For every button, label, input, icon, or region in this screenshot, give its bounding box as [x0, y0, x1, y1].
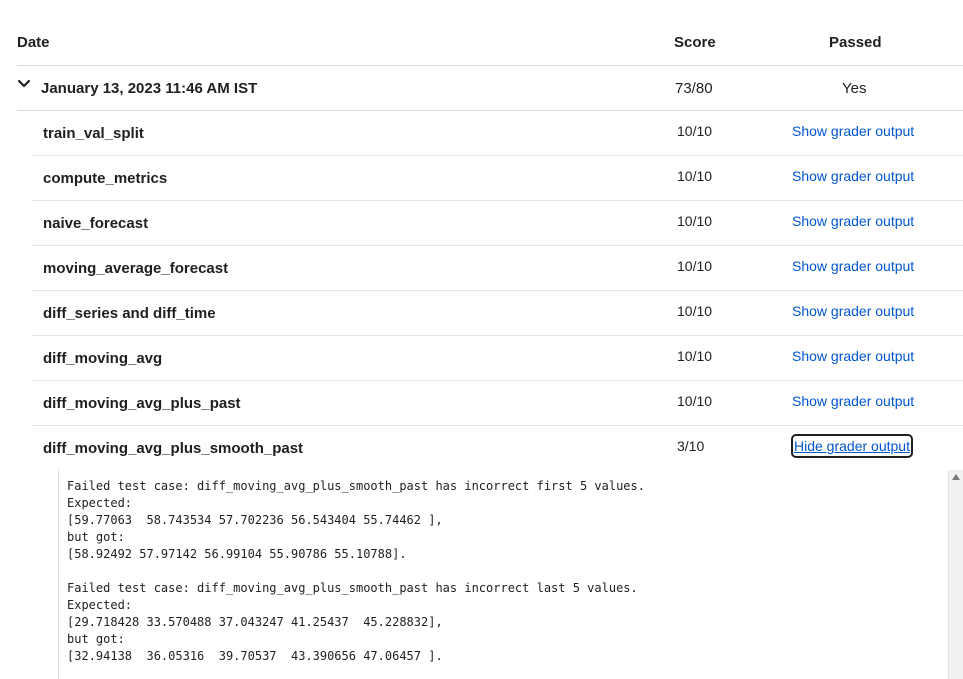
test-score: 10/10 — [677, 213, 713, 229]
table-row: diff_moving_avg_plus_smooth_past 3/10 Hi… — [32, 426, 963, 470]
test-score: 10/10 — [677, 123, 713, 139]
chevron-down-icon[interactable] — [17, 77, 31, 91]
test-name: diff_moving_avg_plus_past — [43, 395, 241, 412]
column-header-date: Date — [17, 34, 50, 51]
test-score: 10/10 — [677, 168, 713, 184]
show-grader-output-link[interactable]: Show grader output — [792, 258, 914, 274]
submission-passed: Yes — [842, 80, 867, 97]
show-grader-output-link[interactable]: Show grader output — [792, 168, 914, 184]
table-row: naive_forecast 10/10 Show grader output — [32, 201, 963, 246]
table-row: diff_moving_avg_plus_past 10/10 Show gra… — [32, 381, 963, 426]
scroll-up-arrow-icon[interactable] — [952, 474, 960, 480]
test-name: train_val_split — [43, 125, 144, 142]
show-grader-output-link[interactable]: Show grader output — [792, 123, 914, 139]
test-score: 10/10 — [677, 303, 713, 319]
submission-score: 73/80 — [675, 80, 713, 97]
submission-date: January 13, 2023 11:46 AM IST — [41, 80, 258, 97]
grader-output-scrollbar[interactable] — [948, 470, 963, 679]
table-row: compute_metrics 10/10 Show grader output — [32, 156, 963, 201]
submission-row[interactable]: January 13, 2023 11:46 AM IST 73/80 Yes — [17, 66, 963, 111]
grader-output-panel: Failed test case: diff_moving_avg_plus_s… — [58, 470, 947, 679]
show-grader-output-link[interactable]: Show grader output — [792, 303, 914, 319]
grader-output-text: Failed test case: diff_moving_avg_plus_s… — [67, 479, 645, 663]
table-row: train_val_split 10/10 Show grader output — [32, 111, 963, 156]
test-score: 10/10 — [677, 258, 713, 274]
table-header: Date Score Passed — [17, 34, 963, 66]
test-score: 10/10 — [677, 348, 713, 364]
show-grader-output-link[interactable]: Show grader output — [792, 348, 914, 364]
show-grader-output-link[interactable]: Show grader output — [792, 213, 914, 229]
test-name: naive_forecast — [43, 215, 149, 232]
test-name: moving_average_forecast — [43, 260, 229, 277]
test-score: 3/10 — [677, 438, 705, 454]
column-header-score: Score — [674, 34, 716, 51]
test-name: diff_series and diff_time — [43, 305, 216, 322]
table-row: diff_series and diff_time 10/10 Show gra… — [32, 291, 963, 336]
test-score: 10/10 — [677, 393, 713, 409]
test-name: compute_metrics — [43, 170, 168, 187]
hide-grader-output-link[interactable]: Hide grader output — [791, 434, 913, 458]
table-row: moving_average_forecast 10/10 Show grade… — [32, 246, 963, 291]
test-name: diff_moving_avg_plus_smooth_past — [43, 440, 304, 457]
show-grader-output-link[interactable]: Show grader output — [792, 393, 914, 409]
column-header-passed: Passed — [829, 34, 882, 51]
test-name: diff_moving_avg — [43, 350, 163, 367]
table-row: diff_moving_avg 10/10 Show grader output — [32, 336, 963, 381]
